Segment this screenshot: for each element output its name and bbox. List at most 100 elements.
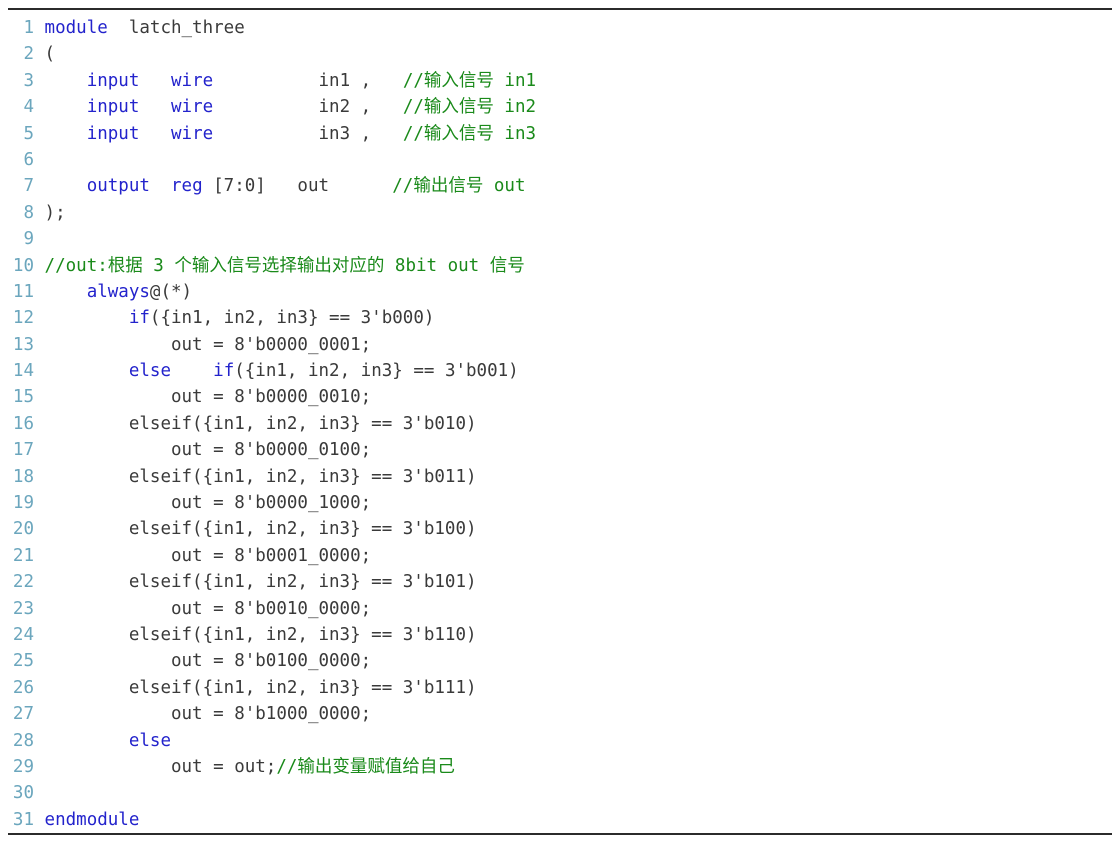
token-plain: ); xyxy=(44,202,66,223)
line-content: elseif({in1, in2, in3} == 3'b110) xyxy=(34,625,477,645)
line-content: always@(*) xyxy=(34,282,192,302)
token-plain: in1 , xyxy=(213,70,403,91)
line-content: module latch_three xyxy=(34,18,245,38)
code-line: 18 elseif({in1, in2, in3} == 3'b011) xyxy=(0,464,1120,490)
token-cmt: // xyxy=(392,176,414,197)
line-content: out = 8'b0000_0001; xyxy=(34,335,371,355)
code-line: 7 output reg [7:0] out //输出信号 out xyxy=(0,173,1120,199)
token-kw: always xyxy=(86,281,150,302)
line-content: elseif({in1, in2, in3} == 3'b101) xyxy=(34,572,477,592)
line-number: 12 xyxy=(12,308,34,329)
code-line: 21 out = 8'b0001_0000; xyxy=(0,543,1120,569)
token-cmt: 输入信号 xyxy=(423,123,494,144)
line-number: 21 xyxy=(12,545,34,566)
line-content: if({in1, in2, in3} == 3'b000) xyxy=(34,308,435,329)
token-cmt: // xyxy=(402,70,424,91)
line-number: 28 xyxy=(12,730,34,751)
line-number: 17 xyxy=(12,440,34,461)
listing-bottom-rule xyxy=(8,833,1112,835)
code-line: 3 input wire in1 , //输入信号 in1 xyxy=(0,68,1120,94)
code-line: 16 elseif({in1, in2, in3} == 3'b010) xyxy=(0,411,1120,437)
line-number: 9 xyxy=(23,229,34,250)
token-plain: elseif({in1, in2, in3} == 3'b101) xyxy=(44,572,477,593)
line-number: 8 xyxy=(23,202,34,223)
code-line: 2 ( xyxy=(0,41,1120,67)
line-content xyxy=(34,150,45,170)
token-plain: elseif({in1, in2, in3} == 3'b110) xyxy=(44,624,477,645)
line-number: 24 xyxy=(12,624,34,645)
token-cmt: //out: xyxy=(44,255,108,276)
line-number: 11 xyxy=(12,281,34,302)
line-content: input wire in2 , //输入信号 in2 xyxy=(34,97,536,117)
line-number: 19 xyxy=(12,493,34,514)
token-cmt: // xyxy=(276,756,298,777)
token-plain: in2 , xyxy=(213,97,403,118)
code-line: 24 elseif({in1, in2, in3} == 3'b110) xyxy=(0,622,1120,648)
line-number: 18 xyxy=(12,466,34,487)
code-line: 15 out = 8'b0000_0010; xyxy=(0,384,1120,410)
token-plain: out = 8'b0000_0001; xyxy=(44,334,372,355)
code-line: 23 out = 8'b0010_0000; xyxy=(0,596,1120,622)
token-cmt: 输入信号 xyxy=(423,70,494,91)
token-kw: output xyxy=(86,176,150,197)
code-line: 31 endmodule xyxy=(0,807,1120,833)
code-line: 26 elseif({in1, in2, in3} == 3'b111) xyxy=(0,675,1120,701)
token-plain: latch_three xyxy=(107,18,245,38)
line-content: output reg [7:0] out //输出信号 out xyxy=(34,176,526,196)
line-number: 5 xyxy=(23,123,34,144)
code-line: 25 out = 8'b0100_0000; xyxy=(0,648,1120,674)
token-cmt: in3 xyxy=(493,123,537,144)
line-number: 14 xyxy=(12,361,34,382)
line-content: out = 8'b1000_0000; xyxy=(34,704,371,724)
line-content: ( xyxy=(34,44,56,64)
code-line: 28 else xyxy=(0,728,1120,754)
token-cmt: // xyxy=(402,97,424,118)
listing-top-rule xyxy=(8,8,1112,10)
line-content: out = 8'b0010_0000; xyxy=(34,599,371,619)
line-number: 4 xyxy=(23,97,34,118)
token-plain: out = 8'b1000_0000; xyxy=(44,704,372,725)
line-number: 29 xyxy=(12,756,34,777)
line-content: out = 8'b0000_0010; xyxy=(34,387,371,407)
code-line: 11 always@(*) xyxy=(0,279,1120,305)
token-cmt: 个输入信号选择输出对应的 xyxy=(174,255,385,276)
line-content: elseif({in1, in2, in3} == 3'b011) xyxy=(34,467,477,487)
line-number: 1 xyxy=(23,18,34,38)
line-number: 31 xyxy=(12,809,34,830)
token-kw: if xyxy=(128,308,150,329)
line-number: 25 xyxy=(12,651,34,672)
code-line: 1 module latch_three xyxy=(0,15,1120,41)
token-cmt: // xyxy=(402,123,424,144)
line-number: 6 xyxy=(23,149,34,170)
line-content: out = 8'b0100_0000; xyxy=(34,651,371,671)
line-number: 7 xyxy=(23,176,34,197)
token-cmt: 根据 xyxy=(107,255,143,276)
token-plain: out = 8'b0001_0000; xyxy=(44,545,372,566)
line-number: 20 xyxy=(12,519,34,540)
token-cmt: in1 xyxy=(493,70,537,91)
code-lines-container: 1 module latch_three 2 (3 input wire in1 … xyxy=(0,15,1120,833)
token-plain: elseif({in1, in2, in3} == 3'b100) xyxy=(44,519,477,540)
token-kw: input xyxy=(86,123,140,144)
line-content: else xyxy=(34,731,171,751)
line-content: out = 8'b0001_0000; xyxy=(34,546,371,566)
line-content: else if({in1, in2, in3} == 3'b001) xyxy=(34,361,519,381)
token-kw: module xyxy=(44,18,108,38)
line-content: endmodule xyxy=(34,810,140,830)
line-content xyxy=(34,783,45,803)
line-number: 15 xyxy=(12,387,34,408)
line-number: 27 xyxy=(12,704,34,725)
token-plain: elseif({in1, in2, in3} == 3'b111) xyxy=(44,677,477,698)
line-number: 13 xyxy=(12,334,34,355)
token-plain: elseif({in1, in2, in3} == 3'b010) xyxy=(44,413,477,434)
token-plain: out = 8'b0000_0010; xyxy=(44,387,372,408)
token-cmt: 8bit out xyxy=(384,255,490,276)
